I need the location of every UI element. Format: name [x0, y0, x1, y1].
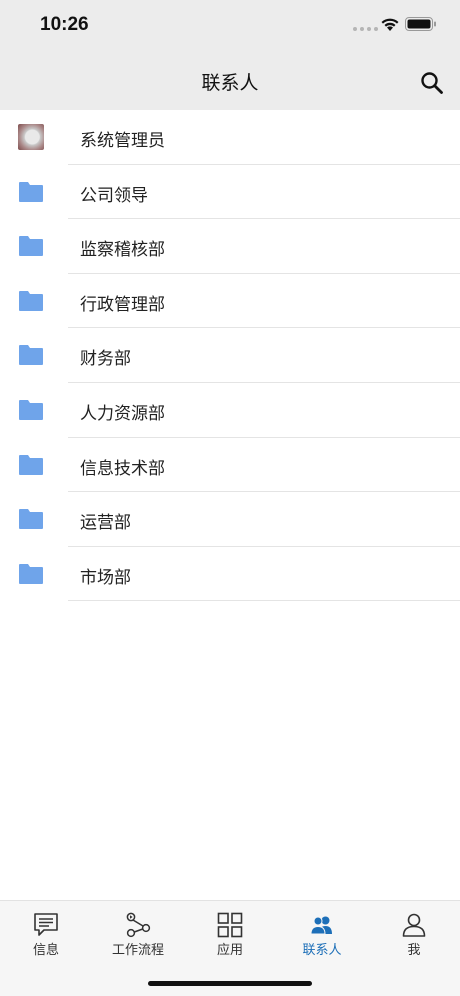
tab-messages[interactable]: 信息 — [0, 901, 92, 965]
home-indicator[interactable] — [148, 981, 312, 986]
status-time: 10:26 — [40, 14, 89, 35]
folder-icon — [19, 509, 43, 530]
list-item-department[interactable]: 人力资源部 — [0, 383, 460, 438]
message-icon — [34, 913, 58, 936]
profile-icon — [402, 913, 426, 937]
navigation-bar: 联系人 — [0, 54, 460, 110]
list-item-label: 公司领导 — [80, 185, 148, 206]
list-item-system-admin[interactable]: 系统管理员 — [0, 110, 460, 165]
list-item-department[interactable]: 公司领导 — [0, 165, 460, 220]
list-item-department[interactable]: 财务部 — [0, 328, 460, 383]
folder-icon — [19, 454, 43, 475]
folder-icon — [19, 236, 43, 257]
tab-apps[interactable]: 应用 — [184, 901, 276, 965]
list-item-department[interactable]: 运营部 — [0, 492, 460, 547]
list-item-label: 财务部 — [80, 349, 131, 370]
workflow-icon — [126, 912, 151, 938]
divider — [68, 600, 460, 602]
list-item-label: 监察稽核部 — [80, 240, 165, 261]
battery-icon — [405, 17, 436, 31]
tab-workflow[interactable]: 工作流程 — [92, 901, 184, 965]
folder-icon — [19, 399, 43, 420]
folder-icon — [19, 563, 43, 584]
status-bar: 10:26 — [0, 0, 460, 54]
tab-label: 联系人 — [302, 943, 342, 958]
wifi-icon — [381, 18, 399, 31]
list-item-department[interactable]: 市场部 — [0, 547, 460, 602]
tab-label: 我 — [407, 943, 421, 958]
tab-profile[interactable]: 我 — [368, 901, 460, 965]
tab-label: 应用 — [216, 943, 243, 958]
list-item-label: 信息技术部 — [80, 458, 165, 479]
cellular-signal-icon — [353, 27, 378, 31]
page-title: 联系人 — [201, 72, 259, 94]
tab-label: 信息 — [32, 943, 59, 958]
search-icon — [421, 72, 443, 94]
contacts-list: 系统管理员 公司领导 监察稽核部 行政管理部 财务部 人力资源部 信息技术部 运… — [0, 110, 460, 602]
contacts-icon — [310, 916, 332, 935]
folder-icon — [19, 290, 43, 311]
list-item-label: 系统管理员 — [80, 131, 165, 151]
tab-label: 工作流程 — [111, 943, 164, 958]
folder-icon — [19, 181, 43, 202]
list-item-department[interactable]: 信息技术部 — [0, 438, 460, 493]
list-item-label: 市场部 — [80, 567, 131, 588]
folder-icon — [19, 345, 43, 366]
list-item-label: 行政管理部 — [80, 294, 165, 315]
avatar — [18, 124, 44, 150]
tab-contacts[interactable]: 联系人 — [276, 901, 368, 965]
search-button[interactable] — [419, 70, 445, 96]
list-item-label: 运营部 — [80, 513, 131, 534]
list-item-department[interactable]: 监察稽核部 — [0, 219, 460, 274]
apps-grid-icon — [217, 912, 243, 938]
list-item-department[interactable]: 行政管理部 — [0, 274, 460, 329]
list-item-label: 人力资源部 — [80, 403, 165, 424]
